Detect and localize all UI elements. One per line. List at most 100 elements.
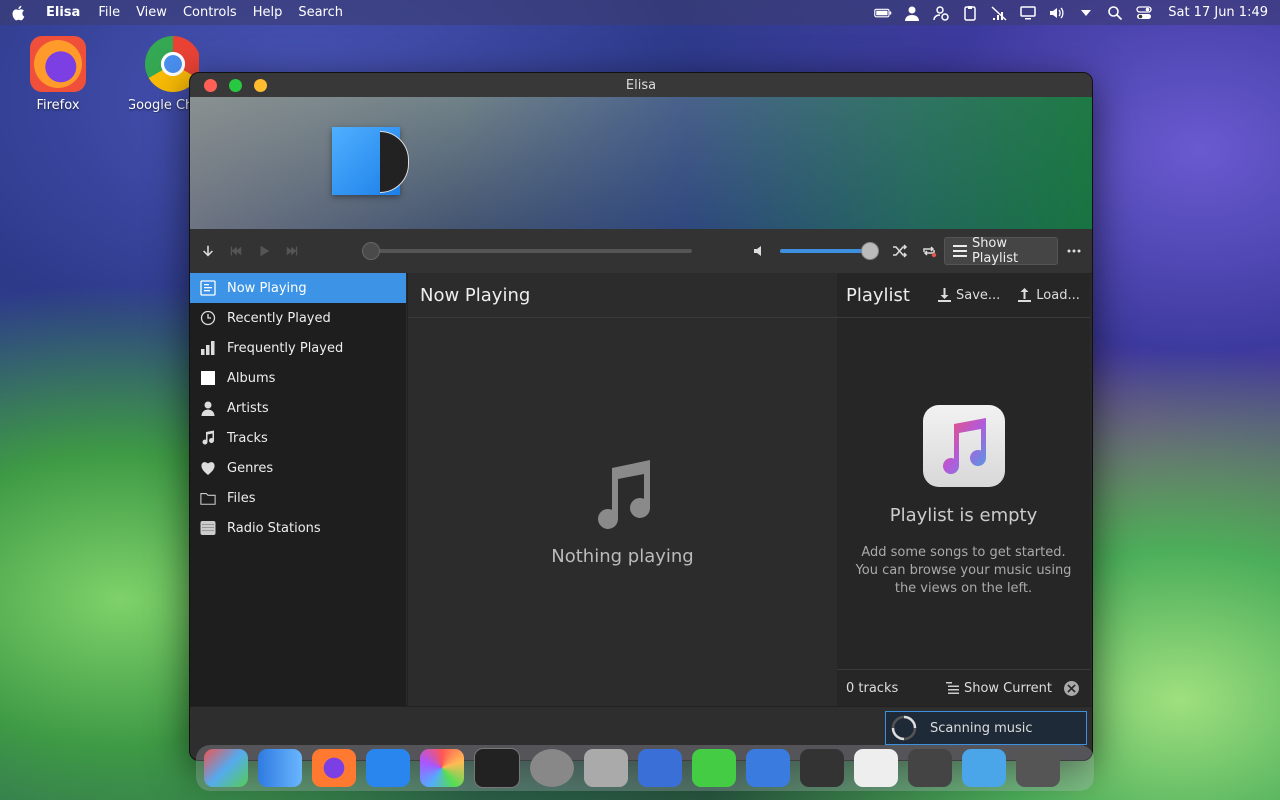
elisa-window: Elisa Show Playlist Now Playing Recently… [189, 72, 1093, 761]
show-current-label: Show Current [963, 680, 1052, 696]
scanning-indicator: Scanning music [885, 711, 1087, 745]
sidebar-item-label: Artists [227, 400, 269, 416]
next-button[interactable] [282, 241, 302, 261]
apple-icon[interactable] [10, 4, 28, 22]
search-icon[interactable] [1106, 5, 1124, 21]
chevron-down-icon[interactable] [1077, 5, 1095, 21]
now-playing-icon [200, 280, 216, 296]
playlist-empty-title: Playlist is empty [889, 505, 1038, 526]
play-button[interactable] [254, 241, 274, 261]
menu-view[interactable]: View [136, 5, 167, 20]
minimize-button[interactable] [254, 78, 267, 92]
sidebar-item-tracks[interactable]: Tracks [190, 423, 406, 453]
dock-firefox-icon[interactable] [312, 749, 356, 787]
music-note-icon [202, 430, 214, 445]
maximize-button[interactable] [229, 78, 242, 92]
dock-finder-icon[interactable] [258, 749, 302, 787]
menubar-status-area: Sat 17 Jun 1:49 [874, 5, 1280, 21]
list-icon [953, 245, 967, 257]
dock-calculator-icon[interactable] [908, 749, 952, 787]
playlist-panel: Playlist Save... Load... Playlist is emp… [837, 273, 1090, 706]
show-current-button[interactable]: Show Current [945, 680, 1052, 696]
network-disabled-icon[interactable] [990, 5, 1008, 21]
dock-keynote-icon[interactable] [746, 749, 790, 787]
menubar-app-name[interactable]: Elisa [46, 5, 80, 20]
more-options-icon[interactable] [1066, 243, 1082, 259]
sidebar-item-label: Radio Stations [227, 520, 321, 536]
clipboard-icon[interactable] [961, 5, 979, 21]
radio-icon [200, 521, 216, 535]
control-center-icon[interactable] [1135, 5, 1153, 21]
load-playlist-button[interactable]: Load... [1018, 288, 1080, 303]
sidebar-item-genres[interactable]: Genres [190, 453, 406, 483]
firefox-icon [30, 36, 86, 92]
dock-notes-icon[interactable] [638, 749, 682, 787]
user-icon[interactable] [903, 5, 921, 21]
volume-slider[interactable] [780, 242, 879, 260]
dock-tape-icon[interactable] [800, 749, 844, 787]
close-button[interactable] [204, 78, 217, 92]
window-controls [204, 78, 267, 92]
dock-launchpad-icon[interactable] [204, 749, 248, 787]
playlist-title: Playlist [846, 284, 910, 306]
show-playlist-label: Show Playlist [971, 236, 1019, 266]
menubar: Elisa File View Controls Help Search Sat… [0, 0, 1280, 25]
menu-controls[interactable]: Controls [183, 5, 237, 20]
dock-numbers-icon[interactable] [692, 749, 736, 787]
dock-textedit-icon[interactable] [854, 749, 898, 787]
shuffle-icon[interactable] [892, 243, 908, 259]
playback-controls: Show Playlist [190, 229, 1092, 274]
main-area: Now Playing Recently Played Frequently P… [190, 273, 1092, 760]
bar-chart-icon [201, 341, 215, 355]
save-playlist-button[interactable]: Save... [937, 288, 1000, 303]
sidebar-item-artists[interactable]: Artists [190, 393, 406, 423]
display-icon[interactable] [1019, 5, 1037, 21]
menu-search[interactable]: Search [298, 5, 343, 20]
sidebar-item-label: Recently Played [227, 310, 331, 326]
now-playing-header [190, 97, 1092, 229]
volume-handle[interactable] [861, 242, 879, 260]
skip-back-icon [230, 246, 242, 256]
sidebar-item-files[interactable]: Files [190, 483, 406, 513]
sidebar-item-label: Now Playing [227, 280, 307, 296]
menubar-clock[interactable]: Sat 17 Jun 1:49 [1168, 5, 1268, 20]
menu-toggle-button[interactable] [198, 241, 218, 261]
volume-icon[interactable] [1048, 5, 1066, 21]
seek-handle[interactable] [362, 242, 380, 260]
menu-help[interactable]: Help [253, 5, 283, 20]
sidebar-item-radio-stations[interactable]: Radio Stations [190, 513, 406, 543]
seek-slider[interactable] [362, 242, 692, 260]
load-label: Load... [1036, 287, 1080, 303]
dock-downloads-icon[interactable] [962, 749, 1006, 787]
album-art [332, 127, 409, 195]
spinner-icon [891, 715, 917, 741]
previous-button[interactable] [226, 241, 246, 261]
dock-trash-icon[interactable] [1016, 749, 1060, 787]
speaker-icon[interactable] [752, 243, 768, 259]
show-playlist-button[interactable]: Show Playlist [944, 236, 1058, 266]
sidebar-item-albums[interactable]: Albums [190, 363, 406, 393]
sidebar-item-now-playing[interactable]: Now Playing [190, 273, 406, 303]
sidebar-item-frequently-played[interactable]: Frequently Played [190, 333, 406, 363]
empty-state: Nothing playing [408, 458, 837, 567]
dock-photos-icon[interactable] [420, 749, 464, 787]
menu-file[interactable]: File [98, 5, 120, 20]
album-icon [201, 371, 215, 385]
skip-forward-icon [286, 246, 298, 256]
battery-icon[interactable] [874, 5, 892, 21]
window-titlebar[interactable]: Elisa [190, 73, 1092, 97]
repeat-icon[interactable] [921, 243, 937, 259]
nothing-playing-text: Nothing playing [551, 546, 694, 567]
scanning-text: Scanning music [930, 720, 1033, 736]
music-note-icon [597, 460, 650, 529]
sidebar-item-label: Genres [227, 460, 274, 476]
dock-terminal-icon[interactable] [474, 748, 520, 788]
desktop-icon-firefox[interactable]: Firefox [13, 36, 103, 113]
user-switch-icon[interactable] [932, 5, 950, 21]
sidebar-item-recently-played[interactable]: Recently Played [190, 303, 406, 333]
dock-app-store-icon[interactable] [366, 749, 410, 787]
dock [196, 745, 1094, 791]
dock-preview-icon[interactable] [584, 749, 628, 787]
dock-settings-icon[interactable] [530, 749, 574, 787]
clear-playlist-button[interactable] [1064, 680, 1079, 696]
